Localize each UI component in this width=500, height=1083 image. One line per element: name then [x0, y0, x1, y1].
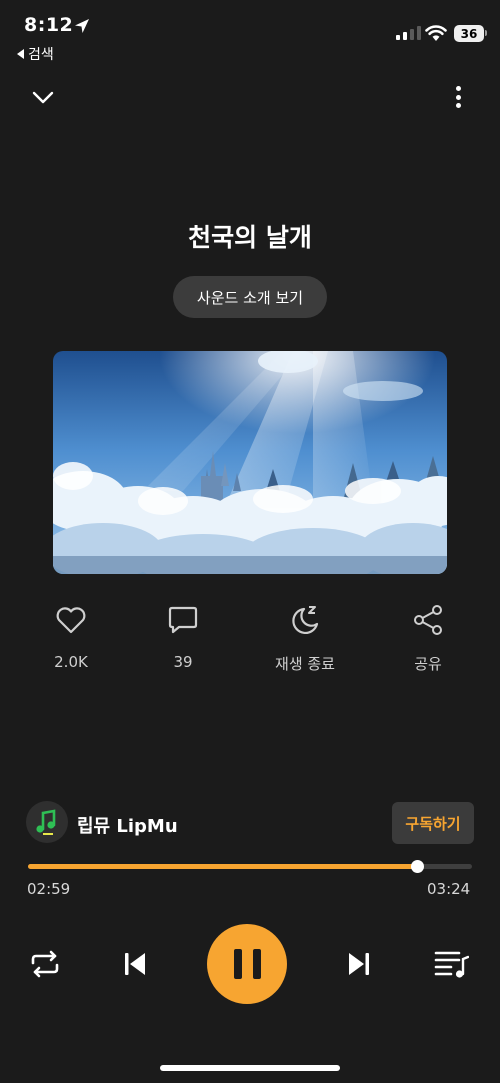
moon-sleep-icon	[292, 606, 319, 634]
pause-bar-icon	[252, 949, 261, 979]
skip-previous-icon	[125, 953, 145, 975]
share-label: 공유	[414, 655, 442, 673]
comment-button[interactable]: 39	[133, 603, 233, 671]
wifi-icon	[425, 25, 447, 41]
repeat-button[interactable]	[25, 944, 65, 984]
progress-knob[interactable]	[411, 860, 425, 873]
back-to-search-link[interactable]: 검색	[17, 44, 54, 64]
share-button[interactable]: 공유	[378, 603, 478, 674]
repeat-icon	[31, 950, 59, 978]
cellular-signal-icon	[396, 24, 421, 40]
chevron-down-icon[interactable]	[30, 84, 56, 110]
sound-intro-button[interactable]: 사운드 소개 보기	[173, 276, 327, 318]
sleep-timer-label: 재생 종료	[275, 655, 335, 673]
previous-button[interactable]	[115, 944, 155, 984]
pause-button[interactable]	[207, 924, 287, 1004]
like-button[interactable]: 2.0K	[21, 603, 121, 671]
pause-bar-icon	[233, 949, 242, 979]
channel-avatar[interactable]	[26, 801, 68, 843]
share-icon	[414, 605, 442, 635]
playlist-button[interactable]	[431, 944, 471, 984]
home-indicator[interactable]	[160, 1065, 340, 1071]
progress-fill	[28, 864, 418, 869]
status-time: 8:12	[24, 14, 74, 36]
sleep-timer-button[interactable]: 재생 종료	[255, 603, 355, 674]
album-artwork	[53, 351, 447, 574]
comment-icon	[168, 606, 198, 634]
location-arrow-icon	[75, 19, 89, 33]
back-label: 검색	[28, 47, 54, 63]
skip-next-icon	[349, 953, 369, 975]
battery-indicator: 36	[454, 25, 487, 42]
track-title: 천국의 날개	[188, 223, 312, 252]
like-count: 2.0K	[54, 653, 88, 671]
current-time: 02:59	[27, 880, 71, 898]
heart-icon	[56, 607, 86, 634]
playlist-icon	[434, 951, 469, 978]
more-options-icon[interactable]	[448, 84, 468, 110]
channel-name[interactable]: 립뮤 LipMu	[77, 812, 178, 838]
next-button[interactable]	[339, 944, 379, 984]
back-triangle-icon	[17, 49, 24, 59]
comment-count: 39	[173, 653, 193, 671]
music-note-avatar-icon	[36, 809, 56, 835]
progress-track[interactable]	[28, 860, 472, 873]
subscribe-button[interactable]: 구독하기	[392, 802, 474, 844]
total-time: 03:24	[427, 880, 471, 898]
